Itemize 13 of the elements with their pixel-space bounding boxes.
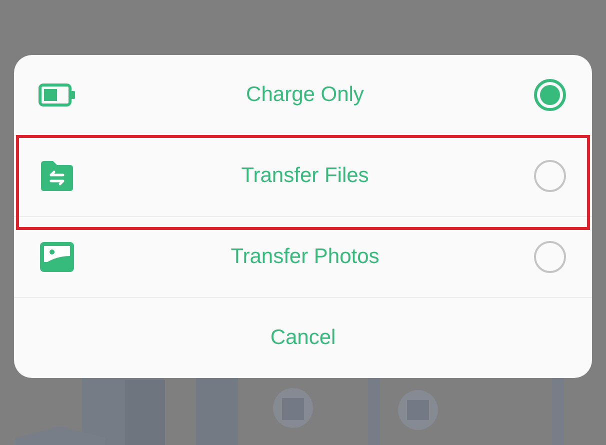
cancel-button[interactable]: Cancel — [14, 298, 592, 378]
photo-icon — [38, 240, 76, 274]
option-row[interactable]: Transfer Files — [14, 136, 592, 217]
option-label: Transfer Files — [240, 164, 370, 188]
radio-button[interactable] — [534, 160, 566, 192]
option-row[interactable]: Charge Only — [14, 55, 592, 136]
option-row[interactable]: Transfer Photos — [14, 217, 592, 298]
radio-button[interactable] — [534, 241, 566, 273]
battery-icon — [38, 83, 76, 107]
option-label: Transfer Photos — [230, 245, 380, 269]
folder-icon — [38, 160, 76, 192]
option-label: Charge Only — [245, 83, 365, 107]
radio-button[interactable] — [534, 79, 566, 111]
